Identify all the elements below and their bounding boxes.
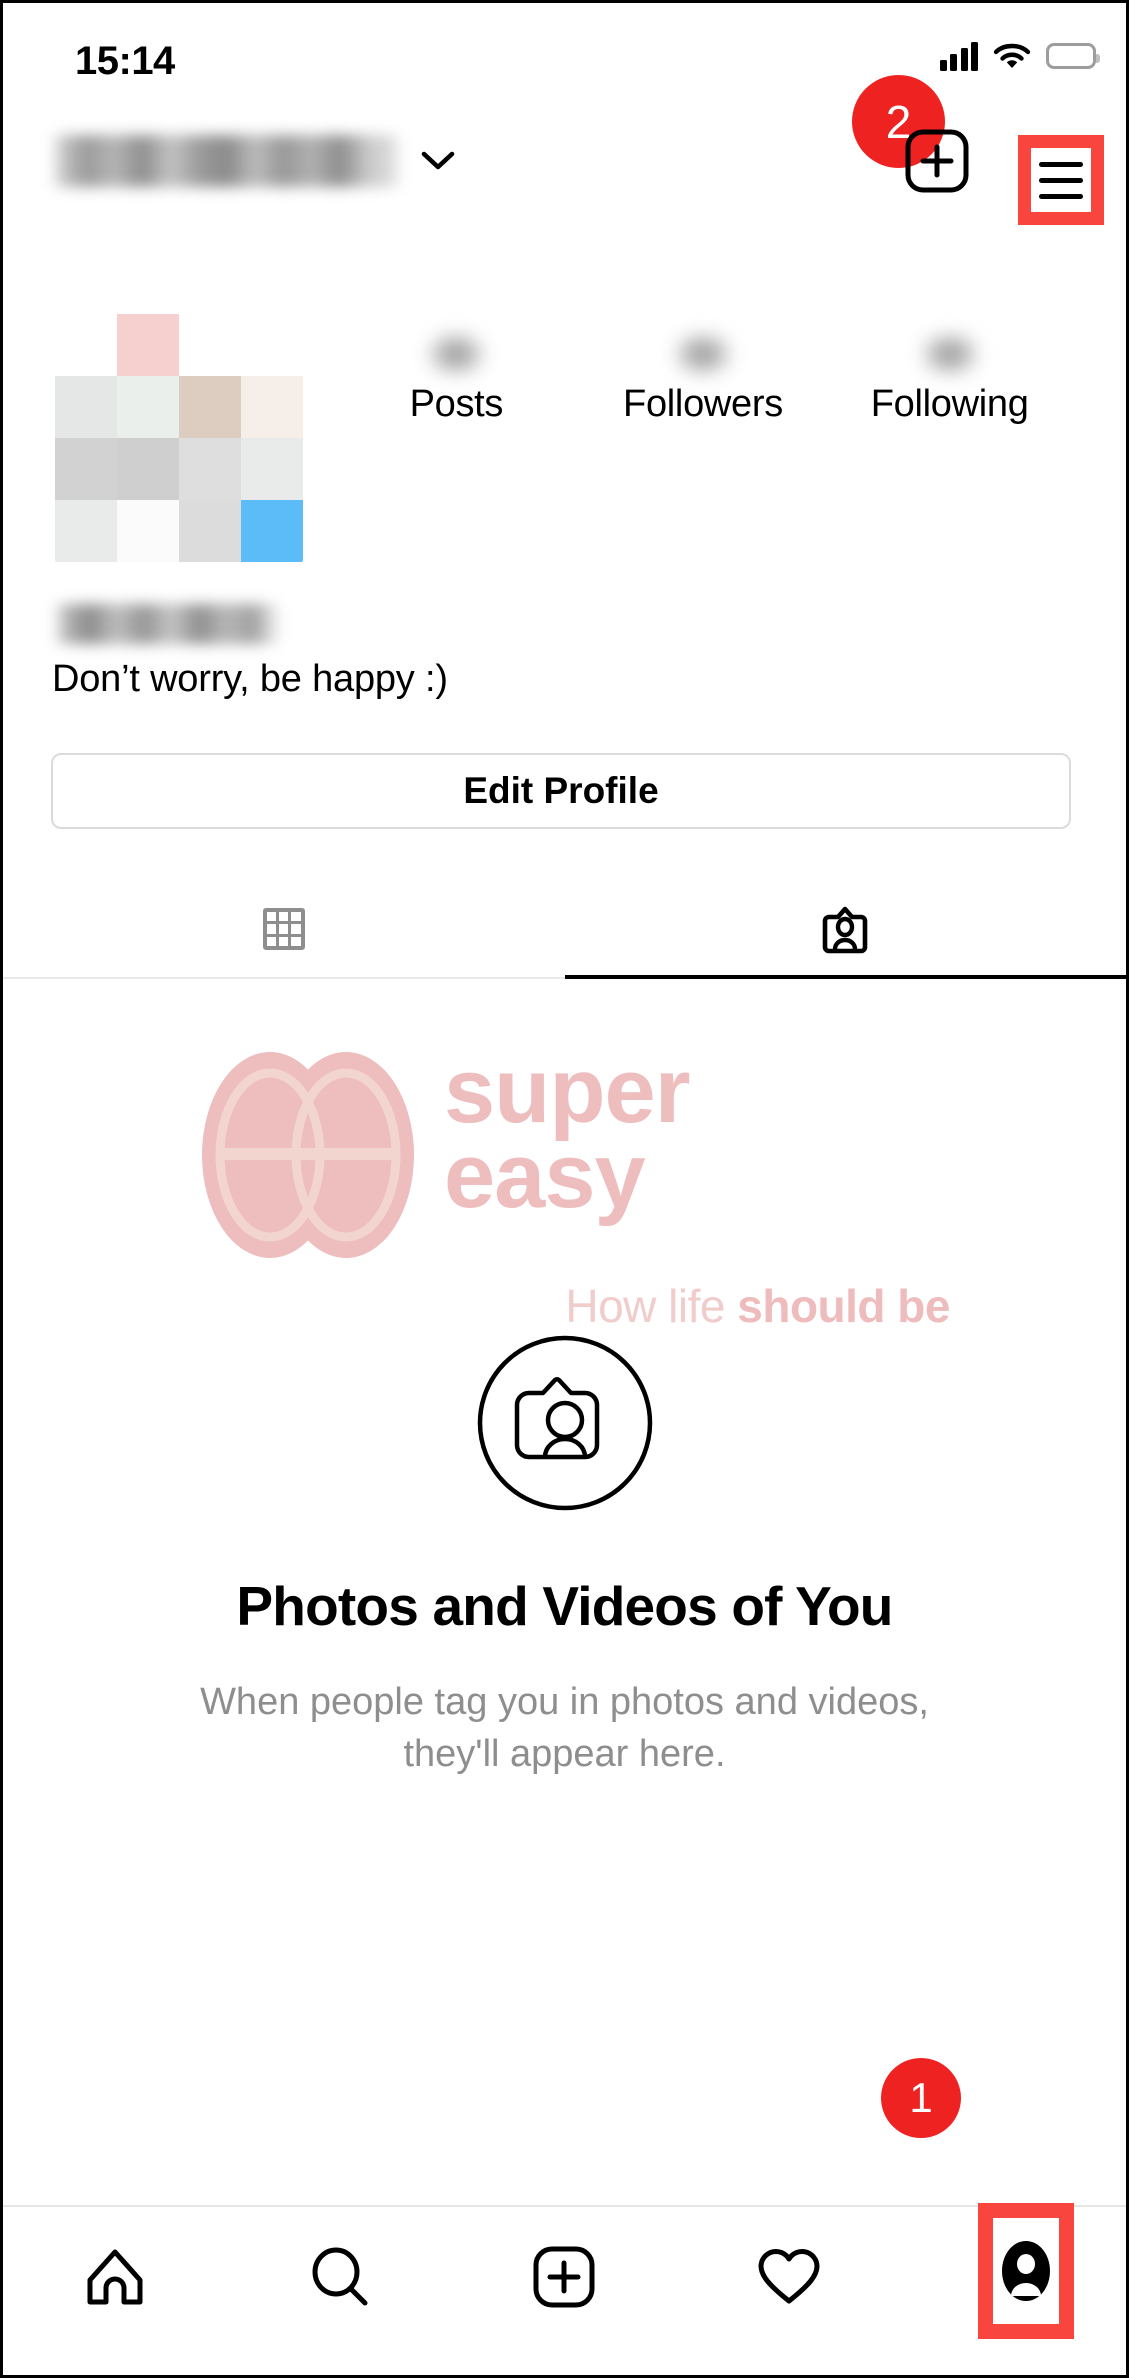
phone-screen: 15:14 2 Posts Followers Following Don’t … xyxy=(0,0,1129,2378)
empty-state-subtitle-line2: they'll appear here. xyxy=(403,1733,726,1776)
stat-following-label: Following xyxy=(870,383,1029,425)
bottom-navigation-bar xyxy=(3,2205,1126,2375)
search-icon xyxy=(312,2247,368,2306)
chevron-down-icon[interactable] xyxy=(421,150,455,172)
watermark-line-2: easy xyxy=(444,1124,646,1227)
tab-grid[interactable] xyxy=(3,881,565,977)
status-time: 15:14 xyxy=(75,39,175,83)
stat-followers[interactable]: Followers xyxy=(580,333,827,426)
empty-state-title: Photos and Videos of You xyxy=(236,1575,893,1637)
profile-bio: Don’t worry, be happy :) xyxy=(52,658,448,700)
nav-profile[interactable] xyxy=(978,2203,1074,2339)
stat-followers-label: Followers xyxy=(623,383,783,425)
username-switcher[interactable] xyxy=(51,134,904,187)
tagged-person-icon xyxy=(822,906,868,954)
stat-posts-value-redacted xyxy=(428,333,485,375)
grid-icon xyxy=(262,908,305,950)
stat-followers-value-redacted xyxy=(675,333,731,375)
home-icon xyxy=(87,2249,143,2305)
stat-following-value-redacted xyxy=(921,333,978,375)
plus-square-icon xyxy=(533,2246,595,2308)
avatar[interactable] xyxy=(55,314,303,562)
empty-state-subtitle: When people tag you in photos and videos… xyxy=(3,1676,1126,1781)
username-text-redacted xyxy=(51,134,403,187)
tab-tagged[interactable] xyxy=(564,881,1127,979)
wifi-icon xyxy=(993,43,1031,68)
hamburger-menu-icon xyxy=(1039,161,1083,199)
nav-search[interactable] xyxy=(228,2235,453,2319)
empty-state: Photos and Videos of You When people tag… xyxy=(3,1333,1126,1781)
heart-icon xyxy=(758,2248,820,2304)
profile-stats: Posts Followers Following xyxy=(333,333,1073,426)
edit-profile-button[interactable]: Edit Profile xyxy=(51,753,1071,829)
watermark-line-1: super xyxy=(444,1040,691,1142)
watermark-tagline: How life should be xyxy=(198,1279,958,1333)
status-indicators xyxy=(939,41,1100,71)
watermark-tagline-light: How life xyxy=(565,1280,738,1332)
profile-tabs xyxy=(3,881,1126,979)
status-bar: 15:14 xyxy=(3,3,1126,108)
supereasy-watermark: super easy How life should be xyxy=(198,1040,958,1332)
annotation-badge-1: 1 xyxy=(881,2058,961,2138)
add-post-button[interactable] xyxy=(904,128,970,194)
tagged-photos-circle-icon xyxy=(477,1335,652,1511)
nav-activity[interactable] xyxy=(677,2235,902,2319)
stat-posts-label: Posts xyxy=(409,383,504,425)
cellular-signal-icon xyxy=(939,41,978,71)
supereasy-infinity-logo xyxy=(202,1052,414,1258)
nav-create[interactable] xyxy=(452,2235,677,2319)
watermark-tagline-bold: should be xyxy=(737,1280,950,1332)
profile-avatar-icon xyxy=(1002,2241,1050,2301)
hamburger-menu-button[interactable] xyxy=(1018,135,1104,225)
nav-home[interactable] xyxy=(3,2235,228,2319)
stat-following[interactable]: Following xyxy=(826,333,1073,426)
empty-state-subtitle-line1: When people tag you in photos and videos… xyxy=(200,1681,929,1723)
full-name-redacted xyxy=(53,604,281,644)
profile-header-bar xyxy=(3,108,1126,213)
stat-posts[interactable]: Posts xyxy=(333,333,580,426)
battery-icon xyxy=(1046,43,1100,69)
